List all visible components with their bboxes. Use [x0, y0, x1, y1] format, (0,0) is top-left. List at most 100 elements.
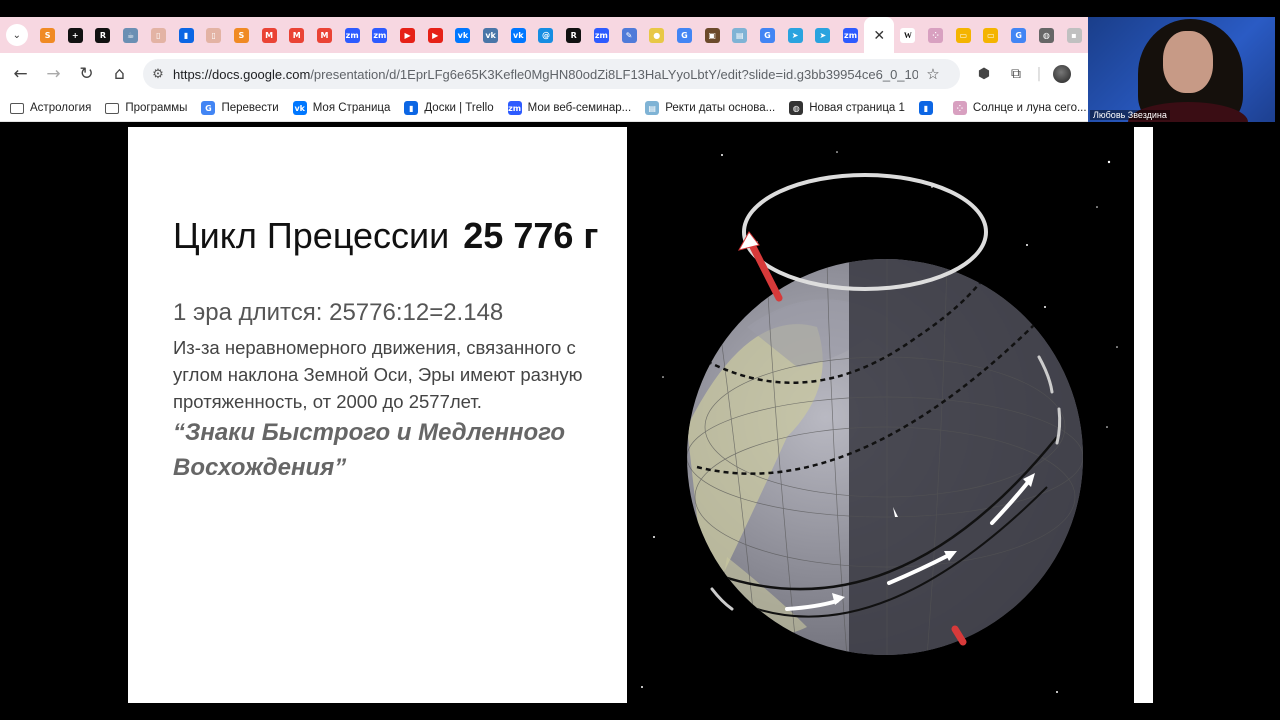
browser-tab[interactable]: ☕ — [117, 17, 145, 53]
bookmark-item[interactable]: G Перевести — [201, 101, 279, 115]
slide-body-text: Из-за неравномерного движения, связанног… — [173, 337, 583, 412]
browser-tab[interactable]: S — [228, 17, 256, 53]
youtube-icon: ▶ — [400, 27, 416, 43]
browser-tab[interactable]: W — [894, 17, 922, 53]
browser-tab[interactable]: G — [671, 17, 699, 53]
slide-title-number: 25 776 г — [463, 215, 599, 256]
browser-tab[interactable]: ▤ — [726, 17, 754, 53]
browser-tab[interactable]: M — [255, 17, 283, 53]
bookmark-item[interactable]: vk Моя Страница — [292, 101, 391, 115]
chevron-down-icon[interactable]: ⌄ — [6, 24, 28, 46]
screen-top-border — [0, 0, 1088, 17]
browser-tab[interactable]: M — [283, 17, 311, 53]
teapot-icon: ☕ — [123, 27, 139, 43]
browser-tab[interactable]: S — [34, 17, 62, 53]
browser-tab[interactable]: @ — [532, 17, 560, 53]
earth-globe-illustration — [641, 151, 1118, 693]
browser-tab[interactable]: ▣ — [698, 17, 726, 53]
r-app-icon: R — [566, 27, 582, 43]
browser-tab[interactable]: vk — [449, 17, 477, 53]
url-host: https://docs.google.com — [173, 66, 311, 82]
sun-moon-icon: ⁘ — [952, 101, 967, 115]
browser-tab[interactable]: vk — [477, 17, 505, 53]
bookmark-label: Солнце и луна сего... — [972, 102, 1087, 114]
folder-icon — [105, 102, 120, 114]
quote-line-1: “Знаки Быстрого и Медленного — [173, 419, 566, 446]
bookmark-item[interactable]: zm Мои веб-семинар... — [507, 101, 631, 115]
bookmark-item[interactable]: ▮ Доски | Trello — [404, 101, 494, 115]
address-url[interactable]: https://docs.google.com/presentation/d/1… — [173, 67, 918, 82]
slide-title-text: Цикл Прецессии — [173, 215, 450, 256]
translate-icon: G — [201, 101, 216, 115]
browser-tab[interactable]: R — [89, 17, 117, 53]
bookmark-item[interactable]: Программы — [105, 102, 187, 114]
browser-tab[interactable]: ▯ — [200, 17, 228, 53]
lemon-icon: ● — [649, 27, 665, 43]
close-icon[interactable]: ✕ — [873, 27, 885, 44]
browser-tab[interactable]: ➤ — [781, 17, 809, 53]
browser-tab[interactable]: ▭ — [977, 17, 1005, 53]
browser-tab[interactable]: zm — [338, 17, 366, 53]
bookmark-star-icon[interactable]: ☆ — [918, 65, 948, 83]
presentation-slide: Цикл Прецессии 25 776 г 1 эра длится: 257… — [128, 127, 1153, 703]
browser-tab[interactable]: ▮ — [172, 17, 200, 53]
wikipedia-icon: W — [900, 27, 916, 43]
extensions-puzzle-icon[interactable]: ⧉ — [1000, 59, 1032, 89]
forward-button[interactable]: → — [37, 59, 70, 89]
browser-tab[interactable]: G — [754, 17, 782, 53]
profile-avatar[interactable] — [1046, 59, 1078, 89]
browser-tab[interactable]: zm — [588, 17, 616, 53]
webcam-participant-name: Любовь Звездина — [1090, 110, 1170, 120]
reload-button[interactable]: ↻ — [70, 59, 103, 89]
extension-icon[interactable]: ⬢ — [968, 59, 1000, 89]
browser-tab[interactable]: ▪ — [1060, 17, 1088, 53]
address-bar[interactable]: ⚙ https://docs.google.com/presentation/d… — [143, 59, 960, 89]
trello-icon: ▮ — [404, 101, 419, 115]
browser-tab[interactable]: ➤ — [809, 17, 837, 53]
browser-tab[interactable]: ▯ — [145, 17, 173, 53]
bookmark-item[interactable]: ▤ Ректи даты основа... — [645, 101, 775, 115]
gmail-icon: M — [261, 27, 277, 43]
telegram-icon: ➤ — [787, 27, 803, 43]
zoom-icon: zm — [507, 101, 522, 115]
gmail-icon: M — [289, 27, 305, 43]
browser-tab[interactable]: zm — [366, 17, 394, 53]
bookmark-item[interactable]: ▮ — [918, 101, 939, 115]
r-app-icon: R — [95, 27, 111, 43]
browser-tab[interactable]: ▭ — [949, 17, 977, 53]
browser-tab[interactable]: ▶ — [394, 17, 422, 53]
browser-tab[interactable]: ● — [643, 17, 671, 53]
browser-tab[interactable]: ✕ — [864, 17, 895, 53]
browser-tab[interactable]: M — [311, 17, 339, 53]
slide-title: Цикл Прецессии 25 776 г — [173, 215, 598, 257]
bookmark-label: Моя Страница — [312, 102, 391, 114]
bookmark-item[interactable]: ◍ Новая страница 1 — [789, 101, 905, 115]
quote-line-2: Восхождения” — [173, 454, 347, 481]
slides-icon: ▭ — [955, 27, 971, 43]
browser-tab[interactable]: R — [560, 17, 588, 53]
bookmark-item[interactable]: ⁘ Солнце и луна сего... — [952, 101, 1087, 115]
zoom-icon: zm — [372, 27, 388, 43]
browser-tab[interactable]: ◍ — [1032, 17, 1060, 53]
google-icon: G — [1011, 27, 1027, 43]
bookmark-label: Перевести — [221, 102, 279, 114]
browser-tab[interactable]: ⁘ — [922, 17, 950, 53]
browser-tab[interactable]: zm — [837, 17, 865, 53]
back-button[interactable]: ← — [4, 59, 37, 89]
separator: | — [1036, 66, 1042, 82]
bookmark-label: Ректи даты основа... — [665, 102, 776, 114]
vk-circle-icon: vk — [483, 27, 499, 43]
browser-tab[interactable]: ✎ — [615, 17, 643, 53]
telegram-icon: ➤ — [815, 27, 831, 43]
portrait-icon: ▣ — [704, 27, 720, 43]
home-button[interactable]: ⌂ — [103, 59, 136, 89]
browser-tab[interactable]: vk — [504, 17, 532, 53]
bookmark-item[interactable]: Астрология — [10, 102, 91, 114]
browser-tab[interactable]: ▶ — [421, 17, 449, 53]
browser-tab[interactable]: G — [1005, 17, 1033, 53]
url-path: /presentation/d/1EprLFg6e65K3Kefle0MgHN8… — [310, 66, 918, 82]
bookmarks-bar: Астрология Программы G Перевести vk Моя Стран… — [0, 95, 1088, 122]
browser-tab[interactable]: + — [61, 17, 89, 53]
site-info-icon[interactable]: ⚙ — [143, 67, 173, 82]
webcam-video-tile: Любовь Звездина — [1088, 17, 1275, 122]
